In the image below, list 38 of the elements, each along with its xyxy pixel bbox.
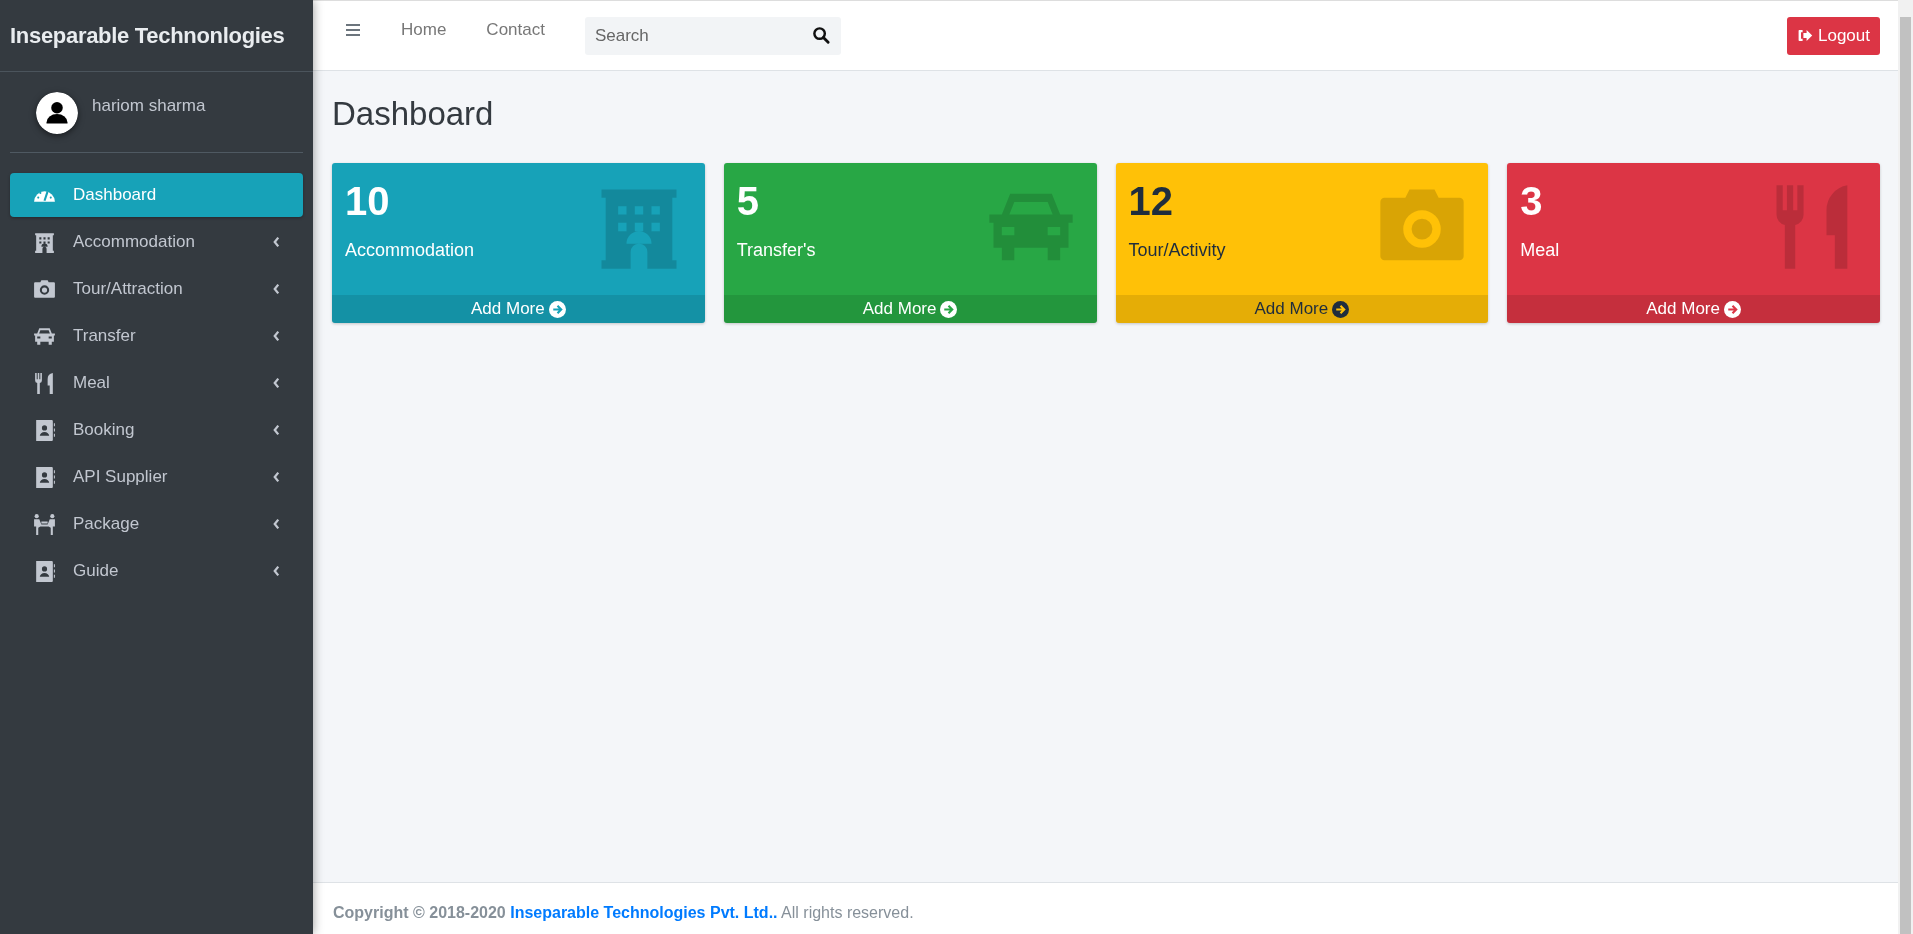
nav-link[interactable]: Home [401,19,447,40]
stat-label: Transfer's [736,240,816,261]
stat-label: Accommodation [345,240,475,261]
sidebar-item[interactable]: Package [10,502,303,546]
arrow-circle-icon [940,300,958,318]
avatar-icon [36,92,78,134]
search-field[interactable]: Search [584,16,808,55]
sidebar-item[interactable]: Meal [10,361,303,405]
people-icon [32,511,57,537]
stat-count: 12 [1128,179,1174,224]
sidebar-item[interactable]: Guide [10,549,303,593]
add-more-link[interactable]: Add More [1507,295,1880,323]
sidebar-item[interactable]: API Supplier [10,455,303,499]
logout-button[interactable]: Logout [1787,16,1880,55]
company-link[interactable]: Inseparable Technologies Pvt. Ltd.. [510,903,778,921]
sidebar-item[interactable]: Accommodation [10,220,303,264]
menu-icon[interactable] [345,22,361,37]
add-more-link[interactable]: Add More [723,295,1097,323]
sign-out-icon [1797,28,1813,43]
search-icon[interactable] [807,16,841,55]
arrow-circle-icon [548,300,566,318]
add-more-link[interactable]: Add More [332,295,705,323]
sidebar-item[interactable]: Transfer [10,314,303,358]
scrollbar[interactable] [1898,0,1913,934]
add-more-link[interactable]: Add More [1115,295,1489,323]
arrow-circle-icon [1723,300,1741,318]
stat-count: 10 [345,179,391,224]
stat-count: 3 [1520,179,1544,224]
page-title: Dashboard [332,95,495,133]
stat-label: Meal [1520,240,1560,261]
sidebar-item[interactable]: Tour/Attraction [10,267,303,311]
nav-link[interactable]: Contact [486,19,545,40]
stat-label: Tour/Activity [1128,240,1226,261]
stat-count: 5 [736,179,760,224]
sidebar-item[interactable]: Booking [10,408,303,452]
user-name[interactable]: hariom sharma [92,96,206,116]
copyright-text: Copyright © 2018-2020 Inseparable Technologies Pvt. Ltd.. All rights reserved. [333,903,914,922]
arrow-circle-icon [1332,300,1350,318]
